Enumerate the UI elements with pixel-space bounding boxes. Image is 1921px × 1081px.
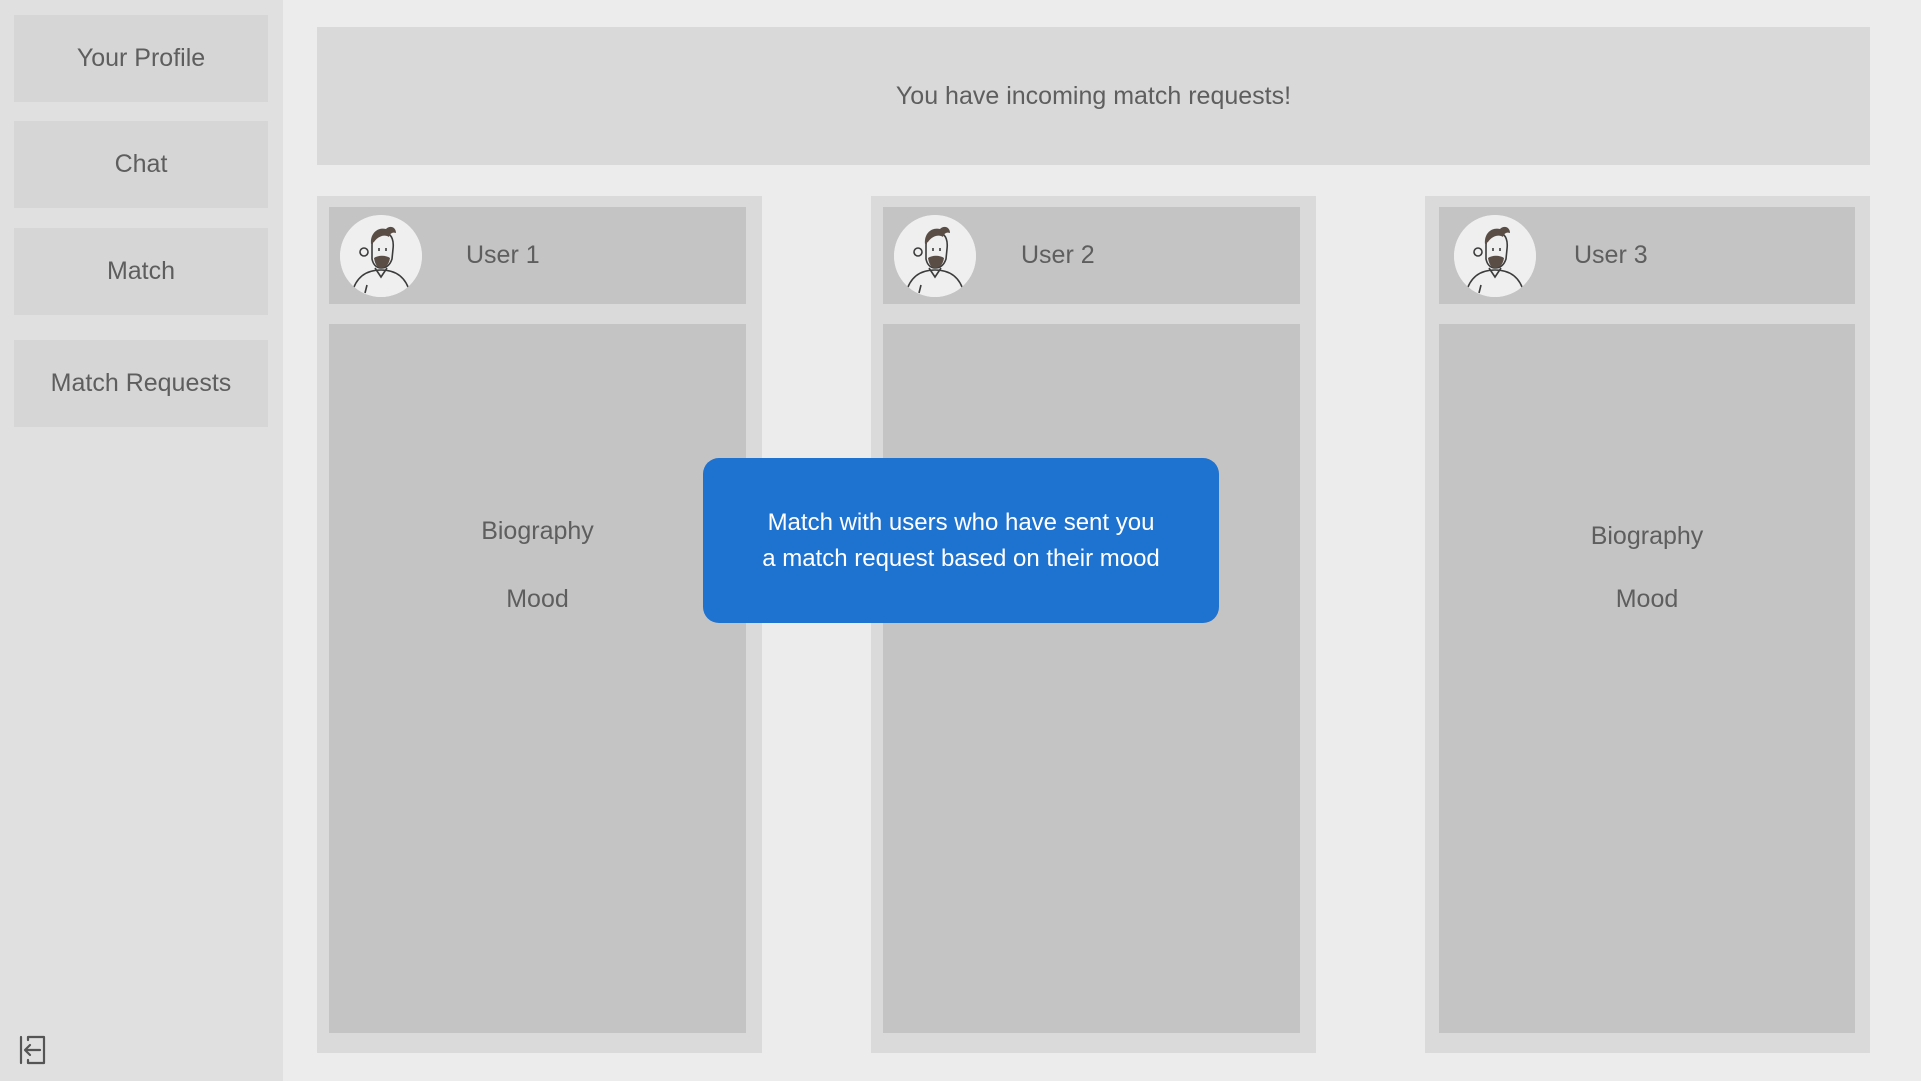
mood-label: Mood xyxy=(506,585,569,613)
nav-match-requests-button[interactable]: Match Requests xyxy=(14,340,268,427)
nav-match-button[interactable]: Match xyxy=(14,228,268,315)
card-user-header[interactable]: User 1 xyxy=(329,207,746,304)
incoming-requests-banner: You have incoming match requests! xyxy=(317,27,1870,165)
logout-icon[interactable] xyxy=(16,1033,50,1067)
banner-text: You have incoming match requests! xyxy=(895,81,1292,110)
nav-your-profile-button[interactable]: Your Profile xyxy=(14,15,268,102)
mood-label: Mood xyxy=(1615,585,1679,613)
tooltip-line-2: a match request based on their mood xyxy=(762,544,1160,572)
onboarding-tooltip: Match with users who have sent you a mat… xyxy=(703,458,1219,623)
nav-chat-button[interactable]: Chat xyxy=(14,121,268,208)
sidebar: Your Profile Chat Match Match Requests xyxy=(0,0,283,1081)
tooltip-line-1: Match with users who have sent you xyxy=(767,508,1155,536)
match-request-card: User 3 Biography Mood xyxy=(1425,196,1870,1053)
user-name: User 2 xyxy=(1021,241,1095,269)
biography-label: Biography xyxy=(1590,522,1704,550)
biography-label: Biography xyxy=(481,517,594,545)
card-user-header[interactable]: User 3 xyxy=(1439,207,1855,304)
card-user-details xyxy=(883,324,1300,1033)
user-avatar-icon xyxy=(894,215,976,297)
user-avatar-icon xyxy=(1454,215,1536,297)
card-user-header[interactable]: User 2 xyxy=(883,207,1300,304)
card-user-details: Biography Mood xyxy=(1439,324,1855,1033)
user-name: User 3 xyxy=(1574,241,1648,269)
user-name: User 1 xyxy=(466,241,540,269)
match-request-card: User 1 Biography Mood xyxy=(317,196,762,1053)
user-avatar-icon xyxy=(340,215,422,297)
match-request-card: User 2 xyxy=(871,196,1316,1053)
card-user-details: Biography Mood xyxy=(329,324,746,1033)
